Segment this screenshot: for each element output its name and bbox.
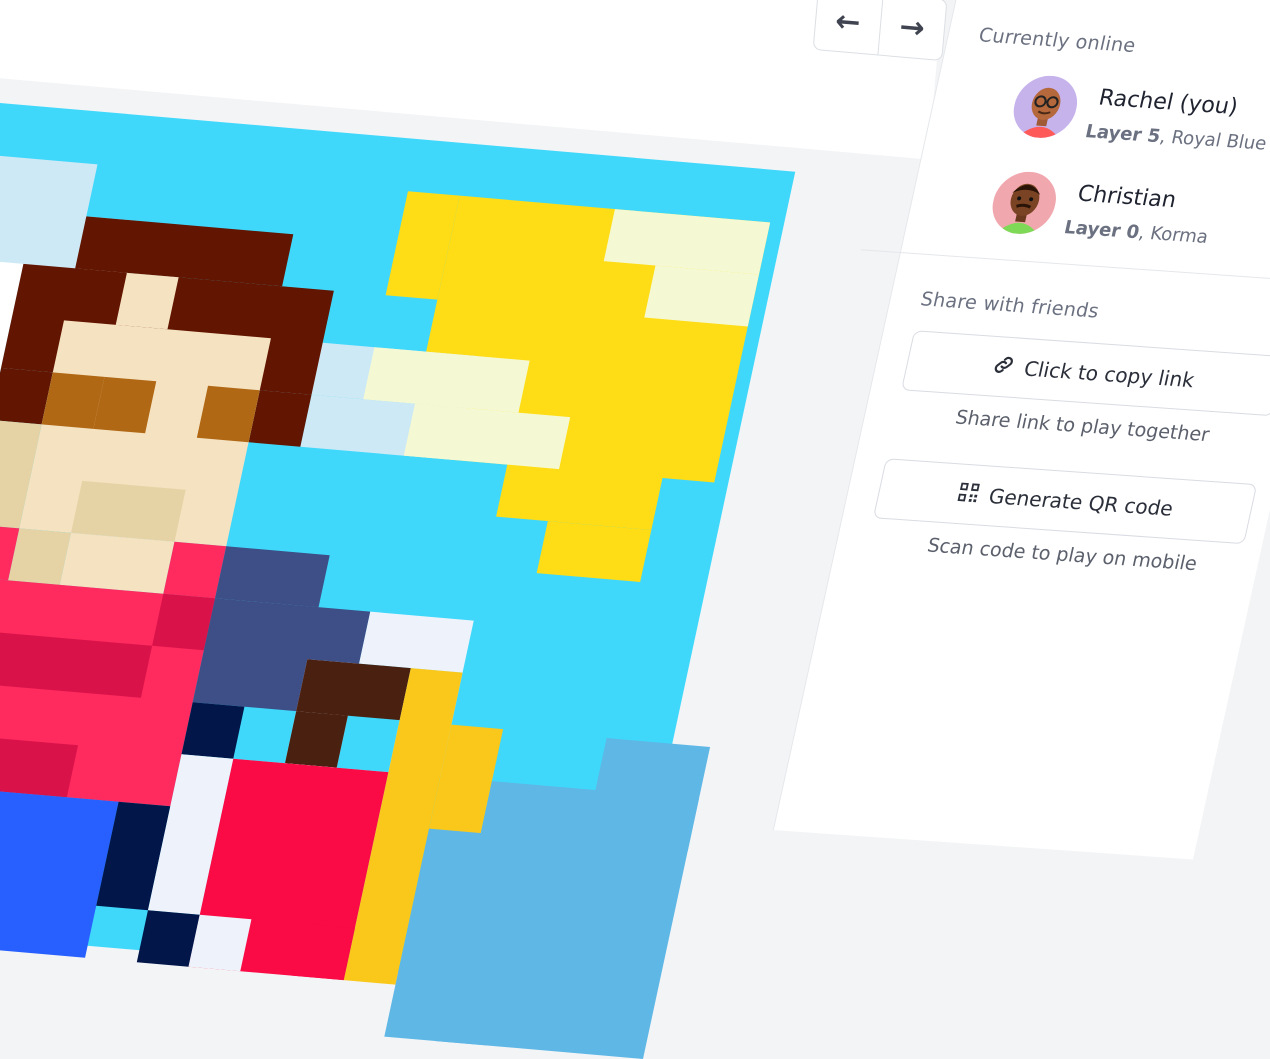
pixel: [60, 533, 175, 594]
pixel: [116, 273, 179, 329]
user-name: Rachel (you): [1096, 85, 1240, 120]
arrow-left-icon: ←: [834, 3, 862, 40]
pixel: [189, 915, 252, 971]
pixel: [182, 702, 245, 758]
copy-link-caption: Share link to play together: [953, 406, 1270, 450]
arrow-right-icon: →: [898, 9, 926, 46]
copy-link-label: Click to copy link: [1022, 356, 1197, 392]
undo-button[interactable]: ←: [814, 0, 882, 54]
avatar: [1008, 74, 1084, 140]
pixel: [296, 659, 411, 720]
pixel: [584, 738, 710, 851]
user-layer-info: Layer 0, Korma: [1062, 217, 1210, 248]
copy-link-button[interactable]: Click to copy link: [901, 330, 1270, 416]
share-heading: Share with friends: [919, 288, 1270, 335]
user-name: Christian: [1075, 181, 1178, 213]
user-row-christian: Christian Layer 0, Korma: [985, 170, 1270, 265]
generate-qr-label: Generate QR code: [987, 484, 1176, 521]
app-scene: ← → Currently online: [0, 0, 1270, 760]
pixel: [249, 390, 312, 446]
pixel: [71, 481, 186, 542]
pixel: [292, 924, 355, 980]
generate-qr-button[interactable]: Generate QR code: [873, 458, 1257, 544]
pixel: [197, 386, 260, 442]
pixel: [537, 521, 652, 582]
online-heading: Currently online: [977, 24, 1270, 71]
link-icon: [989, 353, 1017, 382]
user-color-name: Korma: [1148, 223, 1210, 248]
redo-button[interactable]: →: [877, 0, 946, 60]
avatar: [987, 170, 1063, 236]
pixel: [93, 377, 156, 433]
pixel: [285, 711, 348, 767]
user-color-name: Royal Blue: [1169, 127, 1268, 155]
qr-code-icon: [954, 480, 982, 509]
user-row-rachel: Rachel (you) Layer 5, Royal Blue: [1006, 74, 1270, 169]
user-layer: Layer 5: [1083, 121, 1162, 147]
pixel: [644, 266, 759, 327]
share-section: Share with friends Click to copy link Sh…: [919, 288, 1270, 335]
user-layer-info: Layer 5, Royal Blue: [1083, 121, 1268, 155]
pixel: [215, 546, 330, 607]
online-section: Currently online Rachel (you) La: [977, 24, 1270, 71]
user-layer: Layer 0: [1062, 217, 1141, 243]
pixel-canvas[interactable]: [0, 90, 795, 992]
pixel: [359, 612, 474, 673]
